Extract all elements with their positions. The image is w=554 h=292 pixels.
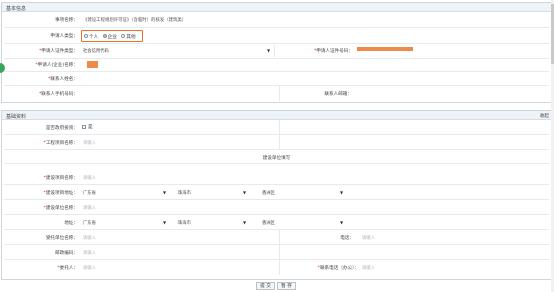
- applicant-type-group: 个人 企业 其他: [81, 30, 143, 42]
- unit-name-label: *建设单位名称：: [43, 206, 78, 211]
- unit-name-input[interactable]: 请输入: [83, 205, 96, 211]
- address-city-select[interactable]: 珠海市: [178, 220, 191, 226]
- build-location-row: *建设项目地址： 广东省 ▼ 珠海市 ▼ 香洲区 ▼: [4, 185, 549, 200]
- cert-type-select[interactable]: 社会信用代码 ▼: [81, 45, 275, 57]
- applicant-type-enterprise[interactable]: 企业: [102, 34, 117, 40]
- agent-unit-label: 受托单位名称：: [45, 236, 78, 241]
- province-select[interactable]: 广东省: [83, 190, 96, 196]
- radio-personal-icon: [84, 34, 88, 38]
- applicant-type-personal[interactable]: 个人: [84, 34, 98, 40]
- city-select[interactable]: 珠海市: [178, 190, 191, 196]
- postcode-label: 邮政编码：: [55, 251, 78, 256]
- chevron-down-icon: ▼: [163, 190, 167, 195]
- project-name-label: *工程项目名称：: [43, 141, 78, 146]
- contact-tel-input[interactable]: 请输入: [362, 265, 375, 271]
- contact-name-label: *联系人姓名：: [48, 77, 78, 82]
- phone-label: 电话：: [340, 236, 354, 241]
- applicant-name-field[interactable]: [83, 61, 99, 69]
- applicant-name-row: *申请人(企业)名称：: [4, 59, 549, 72]
- submit-button[interactable]: 提 交: [256, 282, 275, 290]
- client-label: *委托人：: [57, 266, 78, 271]
- agent-unit-row: 受托单位名称： 请输入 电话： 请输入: [4, 230, 549, 245]
- basic-info-header: 基本信息: [2, 3, 552, 12]
- build-project-row: *建设项目名称： 请输入: [4, 171, 549, 185]
- radio-other-icon: [121, 34, 126, 38]
- divider: [279, 135, 280, 150]
- applicant-type-row: 申请人类型： 个人 企业 其他: [4, 28, 549, 44]
- contact-name-row: *联系人姓名：: [4, 72, 549, 86]
- address-district-select[interactable]: 香洲区: [262, 220, 275, 226]
- cert-type-label: *申请人证件类型：: [38, 49, 78, 54]
- chevron-down-icon: ▼: [267, 48, 271, 53]
- collapse-toggle[interactable]: 收起: [540, 113, 549, 119]
- applicant-name-redacted: [87, 61, 98, 68]
- matter-label: 事项名称：: [55, 18, 78, 23]
- contact-email-label: 联系人邮箱：: [324, 92, 352, 97]
- matter-value: 《建设工程规划许可证》（含临时）的核发（建筑类）: [83, 18, 187, 23]
- divider: [279, 245, 280, 260]
- chevron-down-icon: ▼: [340, 220, 344, 225]
- gov-invest-checkbox[interactable]: 是: [82, 124, 93, 130]
- address-label: 地址：: [64, 221, 78, 226]
- chevron-down-icon: ▼: [243, 220, 247, 225]
- gov-invest-row: 是否政府投资： 是: [4, 120, 549, 135]
- address-province-select[interactable]: 广东省: [83, 220, 96, 226]
- postcode-row: 邮政编码： 请输入: [4, 245, 549, 260]
- base-material-title: 基础资料: [6, 113, 27, 120]
- project-name-row: *工程项目名称： 请输入: [4, 135, 549, 150]
- contact-phone-row: *联系人手机号码： 联系人邮箱：: [4, 86, 549, 101]
- sub-heading: 建设单位填写: [262, 156, 291, 161]
- client-input[interactable]: 请输入: [83, 265, 96, 271]
- contact-phone-label: *联系人手机号码：: [38, 92, 78, 97]
- client-row: *委托人： 请输入 *联系电话（办公）： 请输入: [4, 260, 549, 275]
- applicant-name-label: *申请人(企业)名称：: [35, 63, 78, 68]
- district-select[interactable]: 香洲区: [262, 190, 275, 196]
- chevron-down-icon: ▼: [243, 190, 247, 195]
- divider: [279, 120, 280, 135]
- phone-input[interactable]: 请输入: [362, 235, 375, 241]
- address-row: 地址： 广东省 ▼ 珠海市 ▼ 香洲区 ▼: [4, 215, 549, 230]
- gov-invest-label: 是否政府投资：: [45, 126, 78, 131]
- radio-enterprise-icon: [102, 34, 107, 38]
- cert-no-redacted: [357, 47, 413, 51]
- agent-unit-input[interactable]: 请输入: [83, 235, 96, 241]
- cert-type-value: 社会信用代码: [83, 49, 109, 54]
- checkbox-icon: [82, 124, 86, 129]
- base-material-header: 基础资料 收起: [2, 111, 552, 120]
- postcode-input[interactable]: 请输入: [83, 250, 96, 256]
- save-draft-button[interactable]: 暂 存: [277, 282, 296, 290]
- chevron-down-icon: ▼: [340, 190, 344, 195]
- cert-row: *申请人证件类型： 社会信用代码 ▼ *申请人证件号码：: [4, 44, 549, 59]
- matter-row: 事项名称： 《建设工程规划许可证》（含临时）的核发（建筑类）: [4, 12, 549, 28]
- basic-info-title: 基本信息: [6, 5, 27, 12]
- sub-heading-row: 建设单位填写: [4, 150, 549, 164]
- unit-name-row: *建设单位名称： 请输入: [4, 200, 549, 215]
- build-project-label: *建设项目名称：: [43, 176, 78, 181]
- build-location-label: *建设项目地址：: [43, 191, 78, 196]
- base-material-section: 基础资料 收起 是否政府投资： 是 *工程项目名称： 请输入 建设单位填写 *建…: [1, 110, 553, 280]
- applicant-type-label: 申请人类型：: [50, 34, 78, 39]
- cert-no-label: *申请人证件号码：: [313, 49, 353, 54]
- contact-tel-label: *联系电话（办公）：: [317, 266, 359, 271]
- build-project-input[interactable]: 请输入: [83, 175, 96, 181]
- basic-info-section: 基本信息 事项名称： 《建设工程规划许可证》（含临时）的核发（建筑类） 申请人类…: [1, 2, 553, 103]
- project-name-input[interactable]: 请输入: [83, 140, 96, 146]
- applicant-type-other[interactable]: 其他: [121, 34, 136, 40]
- chevron-down-icon: ▼: [163, 220, 167, 225]
